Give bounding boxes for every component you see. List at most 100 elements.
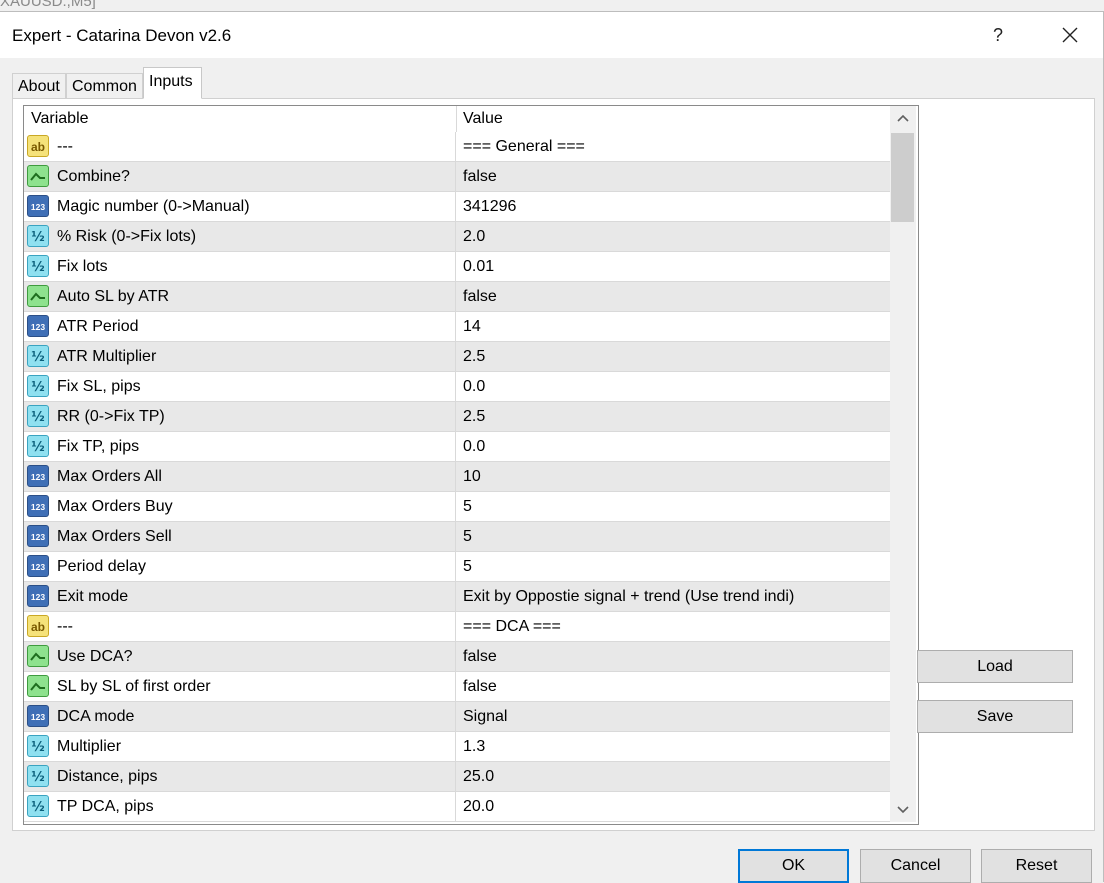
table-row[interactable]: ½ Fix lots 0.01 [24,252,890,282]
value-cell[interactable]: false [463,642,497,671]
string-type-icon: ab [27,615,49,637]
table-row[interactable]: ½ Fix SL, pips 0.0 [24,372,890,402]
variable-name: % Risk (0->Fix lots) [57,228,197,245]
variable-cell: ½ % Risk (0->Fix lots) [24,222,456,251]
table-row[interactable]: ab --- === DCA === [24,612,890,642]
svg-text:123: 123 [31,322,45,332]
svg-text:123: 123 [31,592,45,602]
value-cell[interactable]: 25.0 [463,762,494,791]
variable-cell: Combine? [24,162,456,191]
value-cell[interactable]: 0.01 [463,252,494,281]
value-cell[interactable]: 2.0 [463,222,485,251]
scroll-down-button[interactable] [890,796,916,822]
value-cell[interactable]: 14 [463,312,481,341]
variable-cell: 123 ATR Period [24,312,456,341]
double-type-icon: ½ [27,225,49,247]
variable-name: Combine? [57,168,130,185]
value-cell[interactable]: 20.0 [463,792,494,821]
tab-about[interactable]: About [12,73,66,98]
table-row[interactable]: 123 Max Orders Buy 5 [24,492,890,522]
table-row[interactable]: ½ TP DCA, pips 20.0 [24,792,890,822]
column-header-value[interactable]: Value [463,106,503,132]
table-row[interactable]: SL by SL of first order false [24,672,890,702]
integer-type-icon: 123 [27,195,49,217]
column-divider[interactable] [456,106,457,132]
variable-name: Fix lots [57,258,108,275]
value-cell[interactable]: false [463,162,497,191]
table-row[interactable]: ab --- === General === [24,132,890,162]
variable-name: Use DCA? [57,648,133,665]
table-row[interactable]: ½ RR (0->Fix TP) 2.5 [24,402,890,432]
variable-cell: ab --- [24,612,456,641]
scrollbar-thumb[interactable] [891,133,914,222]
tab-inputs[interactable]: Inputs [143,67,202,99]
value-cell[interactable]: 5 [463,492,472,521]
variable-cell: ab --- [24,132,456,161]
variable-cell: ½ TP DCA, pips [24,792,456,821]
background-title-fragment: XAUUSD.,M5] [0,0,96,10]
svg-text:½: ½ [31,230,44,245]
table-row[interactable]: 123 Period delay 5 [24,552,890,582]
table-row[interactable]: ½ % Risk (0->Fix lots) 2.0 [24,222,890,252]
table-row[interactable]: 123 Exit mode Exit by Oppostie signal + tr… [24,582,890,612]
value-cell[interactable]: 5 [463,552,472,581]
svg-text:½: ½ [31,380,44,395]
value-cell[interactable]: Exit by Oppostie signal + trend (Use tre… [463,582,794,611]
value-cell[interactable]: === DCA === [463,612,561,641]
close-button[interactable] [1044,12,1096,58]
value-cell[interactable]: 1.3 [463,732,485,761]
ok-button[interactable]: OK [738,849,849,883]
grid-header: Variable Value [24,106,890,132]
vertical-scrollbar[interactable] [890,106,916,822]
value-cell[interactable]: 5 [463,522,472,551]
value-cell[interactable]: 0.0 [463,432,485,461]
integer-type-icon: 123 [27,585,49,607]
table-row[interactable]: 123 ATR Period 14 [24,312,890,342]
cancel-button[interactable]: Cancel [860,849,971,883]
table-row[interactable]: 123 DCA mode Signal [24,702,890,732]
table-row[interactable]: 123 Magic number (0->Manual) 341296 [24,192,890,222]
svg-text:123: 123 [31,202,45,212]
table-row[interactable]: Use DCA? false [24,642,890,672]
close-icon [1062,27,1078,43]
table-row[interactable]: 123 Max Orders Sell 5 [24,522,890,552]
value-cell[interactable]: 341296 [463,192,516,221]
double-type-icon: ½ [27,735,49,757]
load-button[interactable]: Load [917,650,1073,683]
chevron-down-icon [897,806,909,814]
save-button[interactable]: Save [917,700,1073,733]
double-type-icon: ½ [27,375,49,397]
table-row[interactable]: ½ ATR Multiplier 2.5 [24,342,890,372]
table-row[interactable]: Combine? false [24,162,890,192]
double-type-icon: ½ [27,435,49,457]
variable-cell: ½ Distance, pips [24,762,456,791]
variable-cell: 123 DCA mode [24,702,456,731]
table-row[interactable]: Auto SL by ATR false [24,282,890,312]
value-cell[interactable]: 0.0 [463,372,485,401]
value-cell[interactable]: Signal [463,702,507,731]
svg-text:123: 123 [31,502,45,512]
value-cell[interactable]: false [463,672,497,701]
tab-common[interactable]: Common [66,73,143,98]
value-cell[interactable]: 2.5 [463,402,485,431]
svg-text:123: 123 [31,532,45,542]
table-row[interactable]: 123 Max Orders All 10 [24,462,890,492]
table-row[interactable]: ½ Multiplier 1.3 [24,732,890,762]
bool-type-icon [27,285,49,307]
reset-button[interactable]: Reset [981,849,1092,883]
table-row[interactable]: ½ Distance, pips 25.0 [24,762,890,792]
svg-text:½: ½ [31,440,44,455]
value-cell[interactable]: 2.5 [463,342,485,371]
table-row[interactable]: ½ Fix TP, pips 0.0 [24,432,890,462]
integer-type-icon: 123 [27,705,49,727]
value-cell[interactable]: false [463,282,497,311]
column-header-variable[interactable]: Variable [31,106,89,132]
bool-type-icon [27,165,49,187]
help-button[interactable]: ? [972,12,1024,58]
dialog-title: Expert - Catarina Devon v2.6 [12,26,232,45]
value-cell[interactable]: 10 [463,462,481,491]
scroll-up-button[interactable] [890,106,916,132]
inputs-grid: Variable Value ab --- === General === Combi… [23,105,919,825]
integer-type-icon: 123 [27,495,49,517]
value-cell[interactable]: === General === [463,132,585,161]
